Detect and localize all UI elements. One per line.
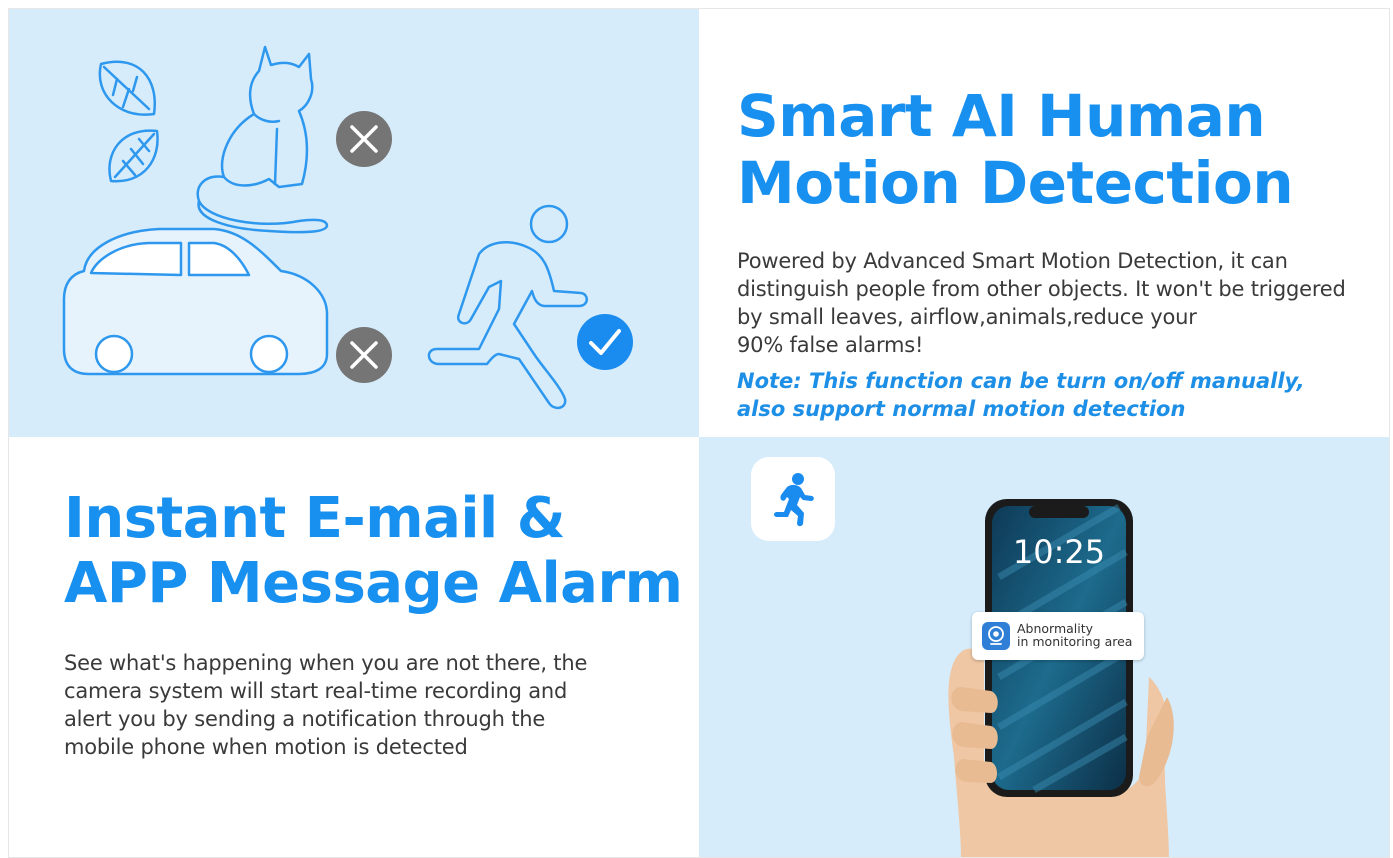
notification-line: in monitoring area: [1017, 634, 1133, 649]
finger: [952, 722, 998, 749]
note-line: also support normal motion detection: [737, 397, 1186, 421]
feature-banner: Smart AI Human Motion Detection Powered …: [8, 8, 1390, 858]
alarm-description: See what's happening when you are not th…: [64, 649, 587, 761]
cat-icon: [196, 45, 329, 234]
title-line: Smart AI Human: [737, 82, 1266, 150]
finger: [955, 759, 997, 783]
camera-icon: [982, 622, 1010, 650]
car-icon: [62, 227, 329, 376]
detection-illustration-panel: [9, 9, 699, 437]
description-line: alert you by sending a notification thro…: [64, 707, 546, 731]
description-line: camera system will start real-time recor…: [64, 679, 568, 703]
ai-detection-description: Powered by Advanced Smart Motion Detecti…: [737, 247, 1346, 359]
phone-clock: 10:25: [1012, 533, 1106, 571]
check-circle-icon: [577, 314, 633, 370]
notification-text: Abnormality in monitoring area: [1017, 622, 1132, 648]
description-line: distinguish people from other objects. I…: [737, 277, 1346, 301]
description-line: See what's happening when you are not th…: [64, 651, 588, 675]
title-line: Motion Detection: [737, 149, 1294, 218]
title-line: APP Message Alarm: [64, 550, 683, 616]
note-line: Note: This function can be turn on/off m…: [737, 369, 1305, 393]
alarm-title: Instant E-mail & APP Message Alarm: [64, 486, 683, 617]
leaf-icon: [98, 60, 156, 116]
alert-notification: Abnormality in monitoring area: [972, 612, 1144, 660]
x-circle-icon: [336, 327, 392, 383]
x-circle-icon: [336, 111, 392, 167]
description-line: by small leaves, airflow,animals,reduce …: [737, 305, 1197, 329]
description-line: 90% false alarms!: [737, 333, 924, 357]
alarm-panel: Instant E-mail & APP Message Alarm See w…: [9, 437, 699, 857]
title-line: Instant E-mail &: [64, 486, 566, 551]
detection-illustration: [62, 45, 633, 410]
ai-detection-panel: Smart AI Human Motion Detection Powered …: [699, 9, 1389, 437]
phone-alert-panel: 10:25 Abnormality in monitoring area: [699, 437, 1389, 857]
running-person-icon: [427, 204, 588, 410]
leaf-icon: [108, 129, 159, 183]
ai-detection-title: Smart AI Human Motion Detection: [737, 82, 1294, 218]
description-line: Powered by Advanced Smart Motion Detecti…: [737, 249, 1288, 273]
description-line: mobile phone when motion is detected: [64, 735, 468, 759]
phone-notch: [1029, 506, 1089, 518]
ai-detection-note: Note: This function can be turn on/off m…: [737, 367, 1305, 423]
